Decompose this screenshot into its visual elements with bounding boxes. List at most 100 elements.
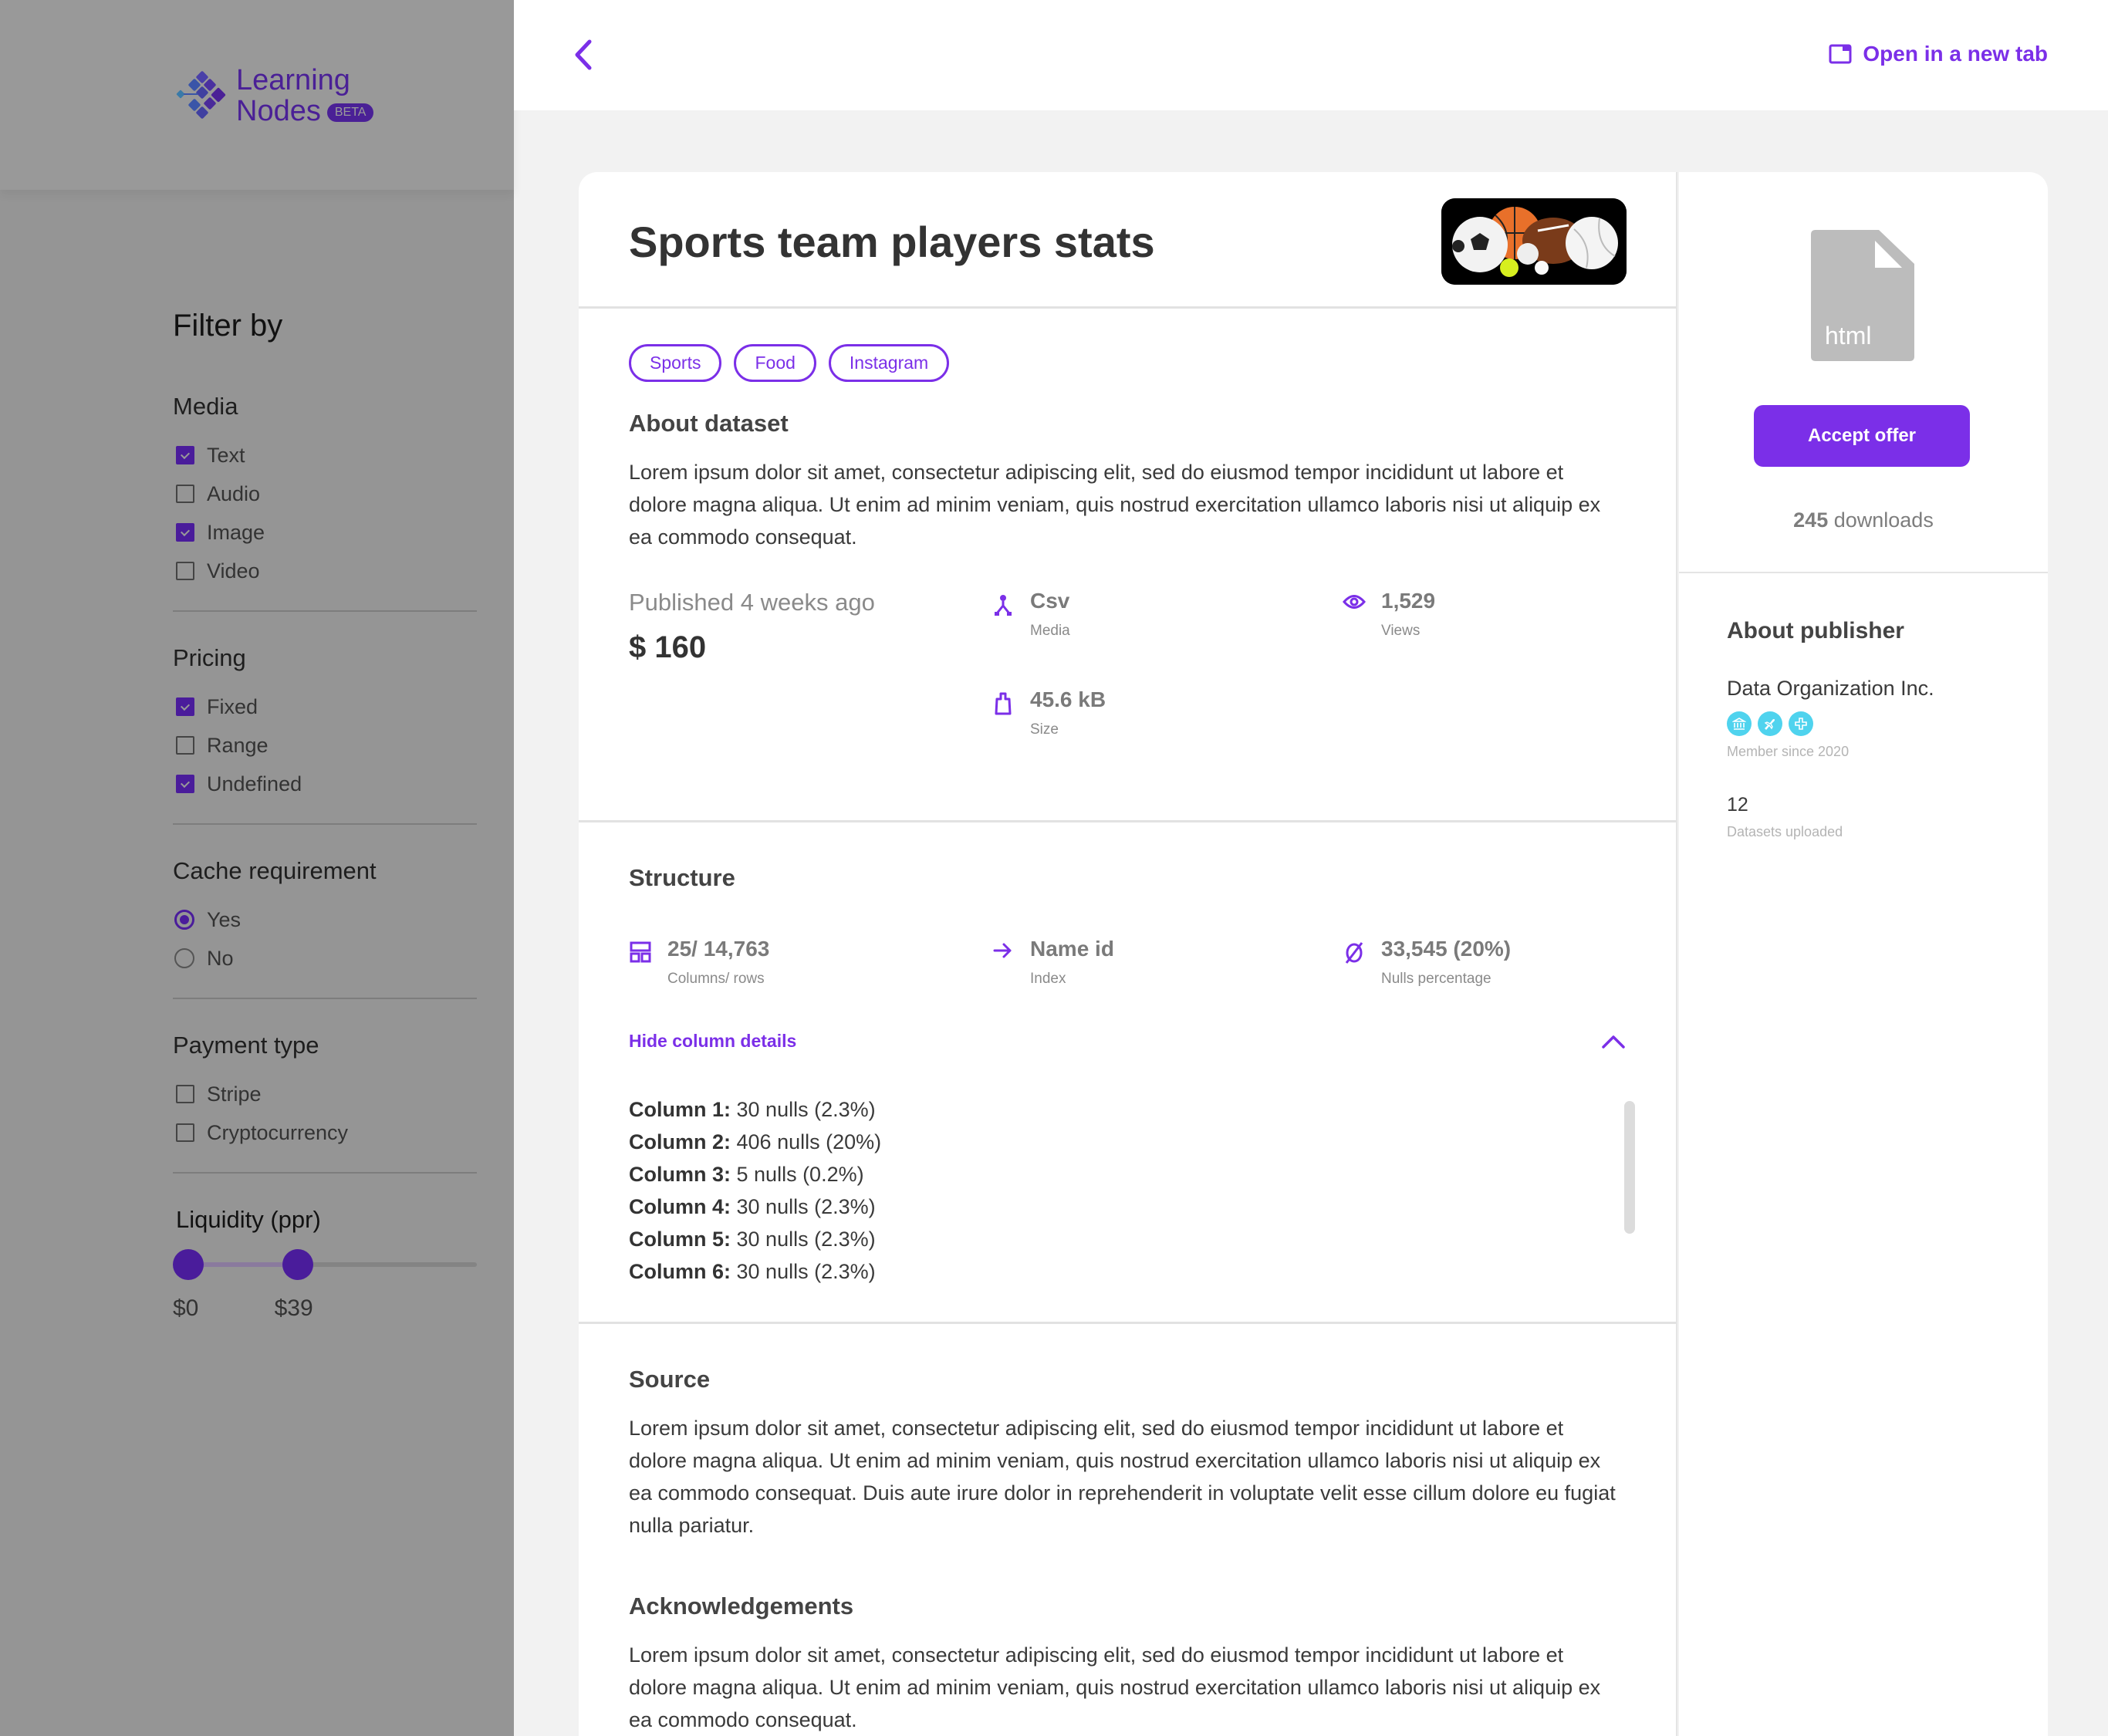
about-dataset-section: Sports Food Instagram About dataset Lore… xyxy=(579,309,1676,820)
radio[interactable] xyxy=(174,948,194,968)
cache-filter-title: Cache requirement xyxy=(173,857,377,884)
logo[interactable]: Learning Nodes BETA xyxy=(174,64,374,127)
eye-icon xyxy=(1343,595,1366,609)
liquidity-title: Liquidity (ppr) xyxy=(176,1206,321,1233)
downloads-count: 245 downloads xyxy=(1679,508,2048,532)
slider-max-handle[interactable] xyxy=(282,1249,313,1280)
column-detail-row: Column 4: 30 nulls (2.3%) xyxy=(629,1191,1626,1223)
source-text: Lorem ipsum dolor sit amet, consectetur … xyxy=(629,1417,1616,1537)
tag-food[interactable]: Food xyxy=(734,344,816,382)
payment-option-crypto[interactable]: Cryptocurrency xyxy=(173,1113,477,1152)
payment-filter-group: Payment type Stripe Cryptocurrency xyxy=(173,1032,477,1174)
dataset-title: Sports team players stats xyxy=(629,218,1155,266)
cache-filter-group: Cache requirement Yes No xyxy=(173,857,477,999)
filter-sidebar: Learning Nodes BETA Filter by Media Text … xyxy=(0,0,514,1736)
stat-media: Csv Media xyxy=(992,589,1343,640)
column-name: Column 3: xyxy=(629,1163,731,1186)
liquidity-filter-group: Liquidity (ppr) $0 $39 xyxy=(173,1206,477,1326)
checkbox-checked[interactable] xyxy=(176,446,194,464)
hide-column-details-link[interactable]: Hide column details xyxy=(629,1031,796,1052)
column-detail-row: Column 6: 30 nulls (2.3%) xyxy=(629,1255,1626,1288)
column-name: Column 2: xyxy=(629,1130,731,1153)
filter-title: Filter by xyxy=(173,309,283,343)
column-list-scrollbar[interactable] xyxy=(1624,1101,1635,1234)
payment-filter-title: Payment type xyxy=(173,1032,319,1059)
publisher-name[interactable]: Data Organization Inc. xyxy=(1727,677,2048,701)
member-since: Member since 2020 xyxy=(1727,744,1850,759)
pricing-option-fixed[interactable]: Fixed xyxy=(173,687,477,726)
pricing-option-range[interactable]: Range xyxy=(173,726,477,765)
option-label: Image xyxy=(207,520,265,544)
checkbox[interactable] xyxy=(176,485,194,503)
airplane-icon xyxy=(1758,711,1782,736)
column-name: Column 5: xyxy=(629,1228,731,1251)
empty-set-icon xyxy=(1345,942,1363,964)
column-detail-row: Column 1: 30 nulls (2.3%) xyxy=(629,1093,1626,1126)
dataset-thumbnail-image xyxy=(1441,198,1627,285)
column-nulls: 406 nulls (20%) xyxy=(736,1130,882,1153)
accept-offer-button[interactable]: Accept offer xyxy=(1754,405,1970,467)
slider-max-label: $39 xyxy=(274,1295,313,1321)
nulls-value: 33,545 (20%) xyxy=(1381,937,1512,961)
media-option-image[interactable]: Image xyxy=(173,513,477,552)
offer-panel: html Accept offer 245 downloads About pu… xyxy=(1679,172,2048,1736)
filters: Filter by Media Text Audio Image Video P… xyxy=(173,309,477,1326)
chevron-up-icon[interactable] xyxy=(1601,1034,1626,1049)
liquidity-range-slider[interactable] xyxy=(173,1249,477,1280)
slider-min-handle[interactable] xyxy=(173,1249,204,1280)
stat-nulls: 33,545 (20%) Nulls percentage xyxy=(1343,937,1651,988)
media-option-text[interactable]: Text xyxy=(173,436,477,475)
chevron-left-icon[interactable] xyxy=(568,35,599,74)
slider-track-fill xyxy=(188,1262,298,1267)
arrow-right-icon xyxy=(993,943,1012,958)
payment-option-stripe[interactable]: Stripe xyxy=(173,1075,477,1113)
about-dataset-title: About dataset xyxy=(629,410,789,437)
checkbox[interactable] xyxy=(176,562,194,580)
column-nulls: 30 nulls (2.3%) xyxy=(736,1260,876,1283)
column-detail-row: Column 5: 30 nulls (2.3%) xyxy=(629,1223,1626,1255)
about-dataset-text: Lorem ipsum dolor sit amet, consectetur … xyxy=(629,461,1601,549)
column-nulls: 30 nulls (2.3%) xyxy=(736,1228,876,1251)
pricing-option-undefined[interactable]: Undefined xyxy=(173,765,477,803)
column-nulls: 30 nulls (2.3%) xyxy=(736,1195,876,1218)
logo-line1: Learning xyxy=(236,64,350,96)
open-new-tab-label: Open in a new tab xyxy=(1863,42,2048,66)
tag-sports[interactable]: Sports xyxy=(629,344,722,382)
checkbox-checked[interactable] xyxy=(176,775,194,793)
source-section: Source Lorem ipsum dolor sit amet, conse… xyxy=(579,1324,1676,1736)
option-label: Cryptocurrency xyxy=(207,1120,349,1144)
column-nulls: 30 nulls (2.3%) xyxy=(736,1098,876,1121)
acknowledgements-text: Lorem ipsum dolor sit amet, consectetur … xyxy=(629,1643,1601,1731)
cache-option-yes[interactable]: Yes xyxy=(173,900,477,939)
option-label: Undefined xyxy=(207,772,302,795)
cache-option-no[interactable]: No xyxy=(173,939,477,978)
bank-icon xyxy=(1727,711,1752,736)
option-label: Range xyxy=(207,733,269,757)
structure-section: Structure 25/ 14,763 Columns/ rows Name i… xyxy=(579,822,1676,1322)
logo-mark-icon xyxy=(176,71,226,119)
open-new-tab-link[interactable]: Open in a new tab xyxy=(1829,42,2048,66)
media-type-icon xyxy=(995,595,1012,616)
checkbox[interactable] xyxy=(176,1085,194,1103)
column-details-list: Column 1: 30 nulls (2.3%) Column 2: 406 … xyxy=(629,1093,1635,1322)
media-option-video[interactable]: Video xyxy=(173,552,477,590)
columns-rows-value: 25/ 14,763 xyxy=(667,937,770,961)
checkbox-checked[interactable] xyxy=(176,523,194,542)
option-label: Video xyxy=(207,559,260,583)
checkbox[interactable] xyxy=(176,1123,194,1142)
option-label: Audio xyxy=(207,481,261,505)
column-details-toggle[interactable]: Hide column details xyxy=(629,1031,1626,1052)
radio-selected[interactable] xyxy=(174,910,194,930)
media-option-audio[interactable]: Audio xyxy=(173,475,477,513)
structure-stats: 25/ 14,763 Columns/ rows Name id Index 33,… xyxy=(629,937,1626,988)
file-download-area: html Accept offer 245 downloads xyxy=(1679,172,2048,573)
checkbox[interactable] xyxy=(176,736,194,755)
tag-instagram[interactable]: Instagram xyxy=(828,344,950,382)
acknowledgements-title: Acknowledgements xyxy=(629,1592,854,1619)
top-bar: Open in a new tab xyxy=(514,0,2108,110)
nulls-label: Nulls percentage xyxy=(1381,971,1491,987)
published-date: Published 4 weeks ago xyxy=(629,589,875,616)
checkbox-checked[interactable] xyxy=(176,697,194,716)
option-label: Text xyxy=(207,443,245,467)
publisher-title: About publisher xyxy=(1727,618,1904,643)
